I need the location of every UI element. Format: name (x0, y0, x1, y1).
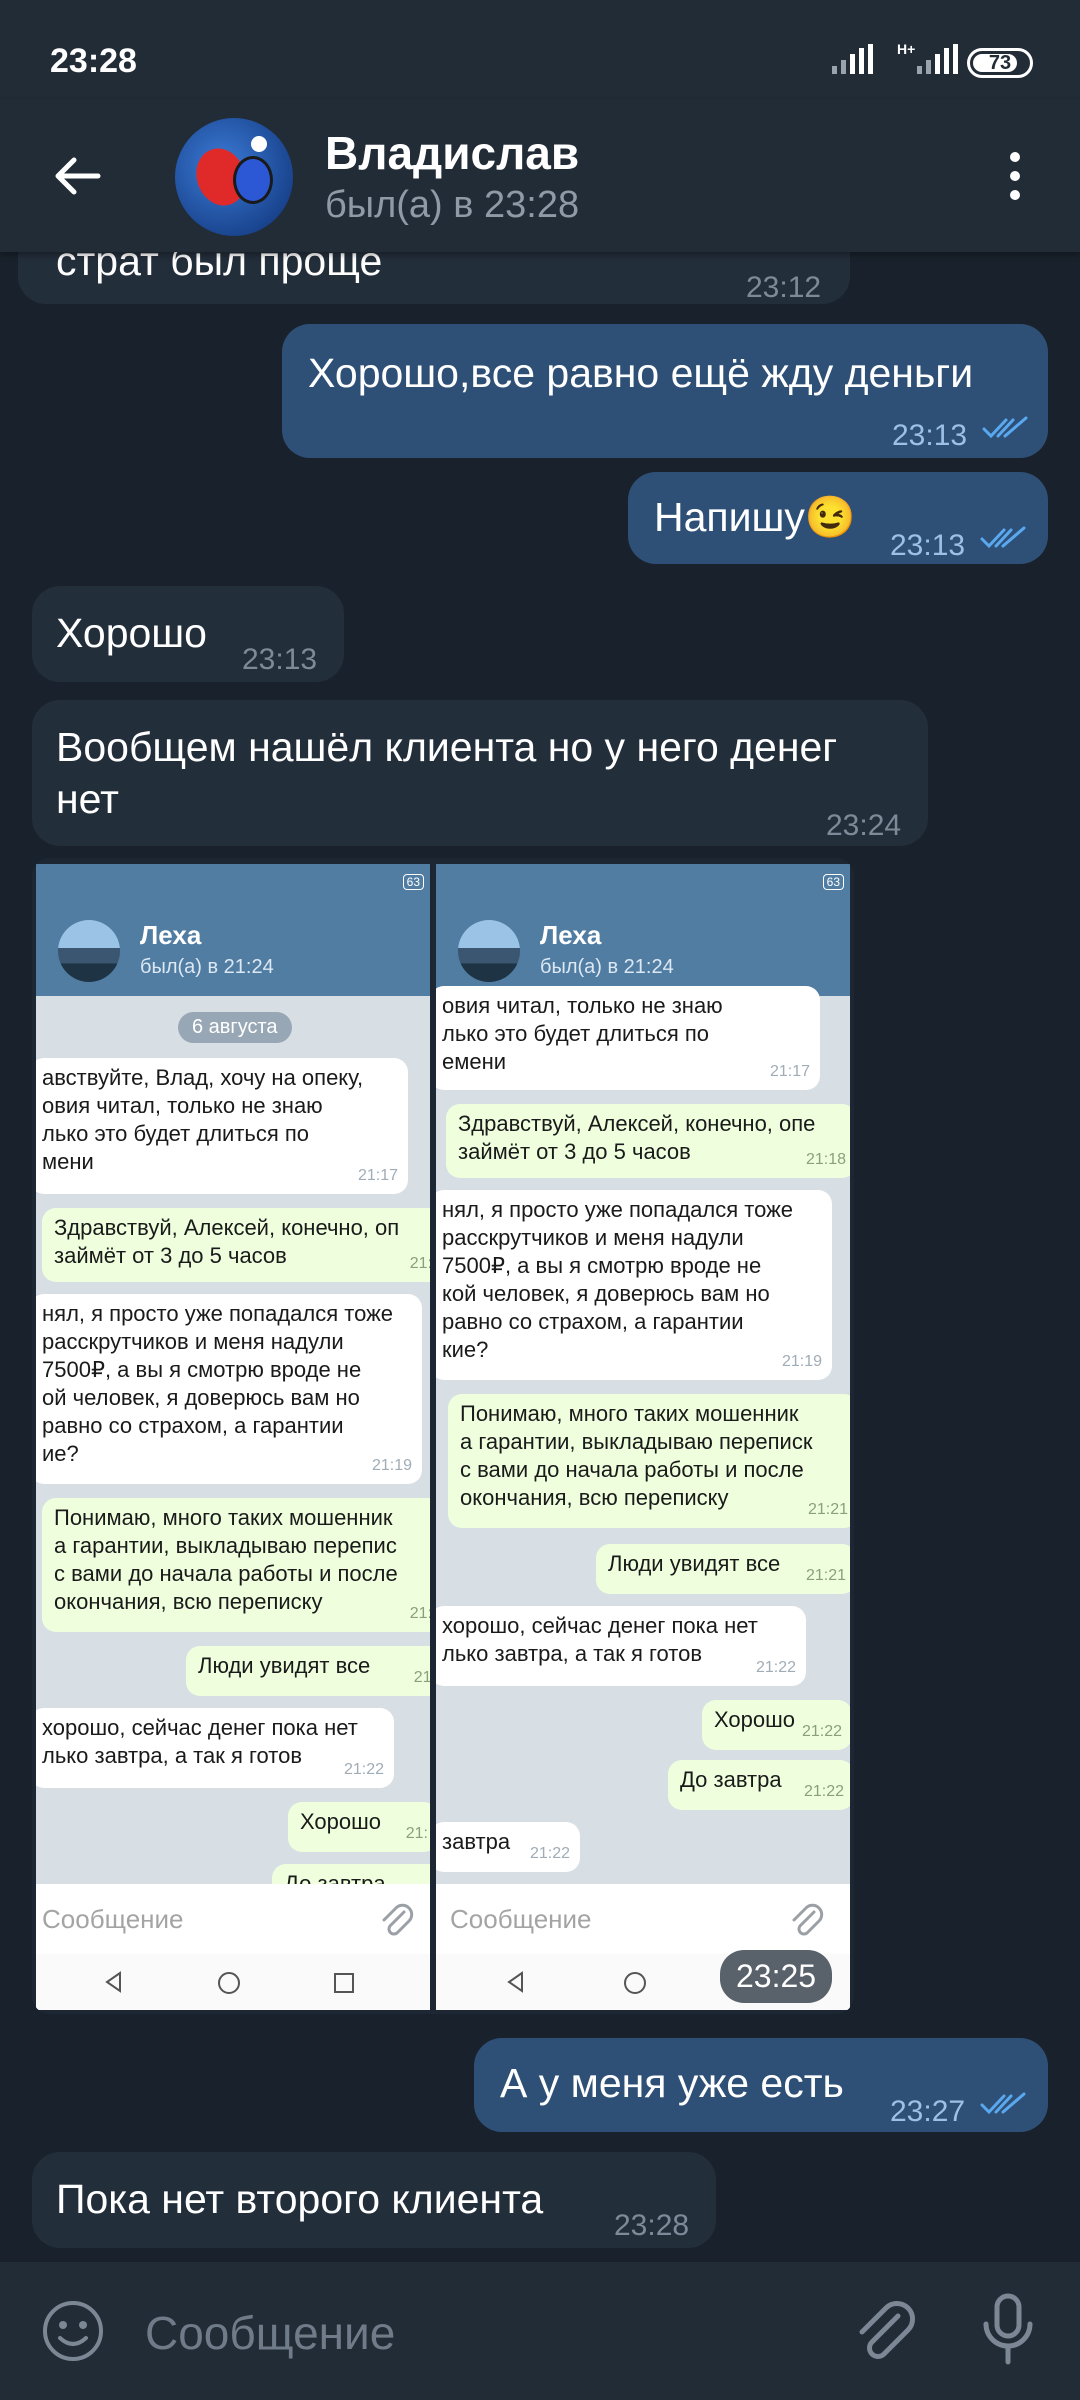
phone-avatar (58, 920, 120, 982)
message-time: 23:13 (242, 643, 318, 676)
chat-header: Владислав был(а) в 23:28 (0, 100, 1080, 252)
message-text: Напишу😉 (654, 494, 856, 540)
message-incoming[interactable]: Пока нет второго клиента 23:28 (32, 2152, 716, 2248)
attach-icon[interactable] (852, 2296, 916, 2366)
phone-avatar (458, 920, 520, 982)
screenshot-right: 63 Леха был(а) в 21:24 овия читал, тольк… (436, 864, 850, 2010)
message-text-line-1: Вообщем нашёл клиента но у него денег (56, 724, 838, 770)
phone-message: хорошо, сейчас денег пока нет лько завтра… (436, 1606, 806, 1686)
phone-input-bar: Сообщение (36, 1884, 430, 1954)
emoji-icon[interactable] (40, 2298, 106, 2364)
message-text: Пока нет второго клиента (56, 2176, 544, 2222)
phone-chat-header: Леха был(а) в 21:24 (436, 900, 850, 996)
message-input[interactable]: Сообщение (145, 2306, 395, 2360)
message-text: Хорошо,все равно ещё жду деньги (308, 350, 974, 396)
microphone-icon[interactable] (978, 2292, 1038, 2368)
message-text-line-2: нет (56, 776, 119, 822)
battery-icon: 73 (967, 48, 1033, 78)
phone-message: Люди увидят все 21:21 (596, 1544, 850, 1594)
avatar[interactable] (175, 118, 293, 236)
phone-contact-name: Леха (140, 920, 202, 950)
phone-attach-icon (382, 1903, 414, 1936)
message-outgoing[interactable]: Хорошо,все равно ещё жду деньги 23:13 (282, 324, 1048, 458)
phone-message: овия читал, только не знаю лько это будет… (436, 986, 820, 1090)
phone-message: нял, я просто уже попадался тоже расскрут… (36, 1294, 422, 1484)
nav-back-icon (105, 1971, 121, 1993)
message-time: 23:28 (614, 2209, 690, 2242)
phone-message: Хорошо 21: (288, 1802, 430, 1852)
message-text: Хорошо (56, 610, 207, 656)
phone-chat-header: Леха был(а) в 21:24 (36, 900, 430, 996)
nav-home-icon (624, 1972, 646, 1994)
signal-icon (832, 44, 873, 74)
message-input-bar: Сообщение (0, 2262, 1080, 2400)
phone-message: Люди увидят все 21: (186, 1646, 430, 1696)
read-checks-icon (980, 526, 1026, 549)
image-time-badge: 23:25 (720, 1950, 833, 2003)
nav-recents-icon (334, 1973, 354, 1993)
battery-level: 73 (988, 52, 1012, 74)
phone-attach-icon (792, 1903, 824, 1936)
nav-back-icon (507, 1971, 523, 1993)
screenshot-left: 63 Леха был(а) в 21:24 6 августа авствуй… (36, 864, 430, 2010)
phone-contact-status: был(а) в 21:24 (140, 956, 274, 978)
phone-message: Хорошо 21:22 (702, 1700, 850, 1750)
back-arrow-icon[interactable] (48, 146, 108, 206)
phone-nav-bar (36, 1954, 430, 2010)
message-time: 23:13 (890, 529, 966, 562)
phone-message: Понимаю, много таких мошенник а гарантии,… (42, 1498, 430, 1632)
more-menu-icon[interactable] (1000, 146, 1030, 206)
phone-contact-status: был(а) в 21:24 (540, 956, 674, 978)
message-time: 23:24 (826, 809, 902, 842)
message-time: 23:12 (746, 271, 822, 304)
phone-message: Понимаю, много таких мошенник а гарантии,… (448, 1394, 850, 1528)
message-outgoing[interactable]: Напишу😉 23:13 (628, 472, 1048, 564)
read-checks-icon (980, 2092, 1026, 2115)
status-bar: 23:28 H+ 73 (0, 0, 1080, 100)
phone-status-bar: 63 (36, 864, 430, 900)
image-message[interactable]: 63 Леха был(а) в 21:24 6 августа авствуй… (32, 858, 854, 2014)
message-incoming[interactable]: Хорошо 23:13 (32, 586, 344, 682)
phone-message: хорошо, сейчас денег пока нет лько завтра… (36, 1708, 394, 1788)
message-outgoing[interactable]: А у меня уже есть 23:27 (474, 2038, 1048, 2132)
message-incoming[interactable]: Вообщем нашёл клиента но у него денег не… (32, 700, 928, 846)
phone-message: Здравствуй, Алексей, конечно, опе займёт … (446, 1104, 850, 1178)
contact-last-seen: был(а) в 23:28 (325, 184, 580, 226)
phone-message: завтра 21:22 (436, 1822, 580, 1872)
signal-icon-2 (917, 44, 958, 74)
contact-name[interactable]: Владислав (325, 126, 579, 180)
phone-input-bar: Сообщение (436, 1884, 850, 1954)
phone-status-bar: 63 (436, 864, 850, 900)
message-time: 23:13 (892, 419, 968, 452)
message-time: 23:27 (890, 2095, 966, 2128)
message-text: А у меня уже есть (500, 2060, 844, 2106)
status-time: 23:28 (50, 42, 137, 80)
phone-message: нял, я просто уже попадался тоже расскрут… (436, 1190, 832, 1380)
phone-message: До завтра 21:22 (668, 1760, 850, 1810)
read-checks-icon (982, 416, 1028, 439)
nav-home-icon (218, 1972, 240, 1994)
date-chip: 6 августа (178, 1012, 292, 1043)
phone-message: Здравствуй, Алексей, конечно, оп займёт о… (42, 1208, 430, 1282)
phone-contact-name: Леха (540, 920, 602, 950)
network-type: H+ (897, 41, 916, 57)
phone-message: авствуйте, Влад, хочу на опеку, овия чита… (36, 1058, 408, 1194)
